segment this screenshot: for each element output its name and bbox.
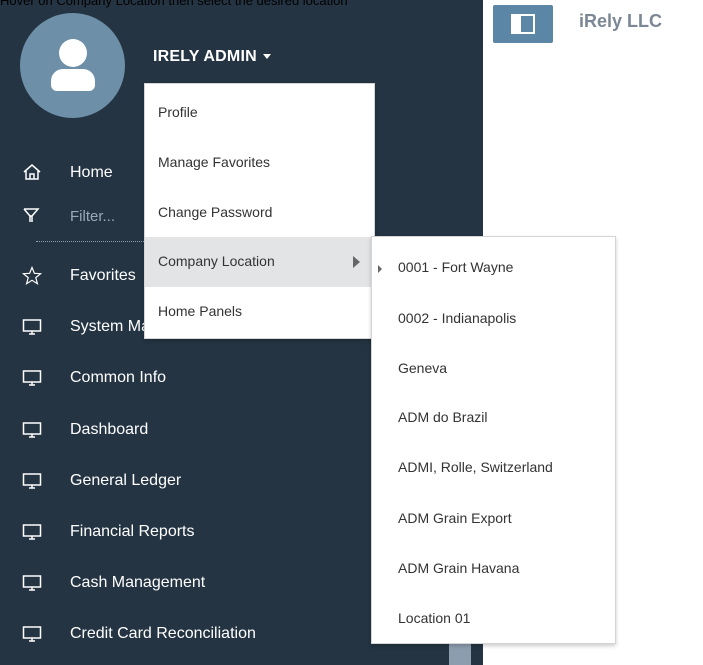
- sidebar-item-label: Home: [70, 164, 113, 181]
- menu-item-change-password[interactable]: Change Password: [145, 188, 374, 238]
- menu-item-label: Change Password: [158, 204, 273, 220]
- avatar-head-shape: [59, 39, 87, 67]
- menu-item-profile[interactable]: Profile: [145, 88, 374, 138]
- location-item-label: Location 01: [398, 610, 471, 626]
- company-name: iRely LLC: [579, 11, 663, 31]
- user-menu-trigger[interactable]: IRELY ADMIN: [153, 48, 271, 66]
- user-dropdown-menu: Profile Manage Favorites Change Password…: [144, 83, 375, 339]
- location-item-admi-rolle[interactable]: ADMI, Rolle, Switzerland: [372, 443, 615, 493]
- sidebar-item-label: Favorites: [70, 267, 136, 284]
- menu-item-label: Manage Favorites: [158, 154, 271, 170]
- monitor-icon: [22, 370, 42, 386]
- sidebar-item-label: General Ledger: [70, 472, 182, 489]
- location-item-location-01[interactable]: Location 01: [372, 594, 615, 644]
- hover-pointer-icon: [378, 265, 382, 273]
- sidebar-item-label: Common Info: [70, 369, 167, 386]
- location-item-indianapolis[interactable]: 0002 - Indianapolis: [372, 294, 615, 344]
- menu-item-manage-favorites[interactable]: Manage Favorites: [145, 138, 374, 188]
- monitor-icon: [22, 626, 42, 642]
- filter-input[interactable]: Filter...: [70, 208, 115, 225]
- sidebar-filter[interactable]: Filter...: [0, 200, 145, 232]
- sidebar-item-label: Financial Reports: [70, 523, 195, 540]
- location-item-geneva[interactable]: Geneva: [372, 344, 615, 394]
- menu-item-label: Company Location: [158, 253, 275, 269]
- submenu-arrow-icon: [353, 256, 360, 268]
- home-icon: [23, 164, 41, 180]
- user-name: IRELY ADMIN: [153, 48, 257, 65]
- user-avatar-icon[interactable]: [20, 13, 125, 118]
- sidebar-toggle-icon-fill: [513, 16, 521, 32]
- menu-item-label: Home Panels: [158, 303, 243, 319]
- menu-item-label: Profile: [158, 104, 198, 120]
- location-item-label: 0001 - Fort Wayne: [398, 259, 514, 275]
- sidebar-toggle-button[interactable]: [493, 5, 553, 43]
- location-item-label: 0002 - Indianapolis: [398, 310, 517, 326]
- company-location-submenu: 0001 - Fort Wayne 0002 - Indianapolis Ge…: [371, 236, 616, 644]
- location-item-adm-grain-havana[interactable]: ADM Grain Havana: [372, 544, 615, 594]
- divider: [36, 241, 146, 242]
- location-item-label: ADM Grain Havana: [398, 560, 520, 576]
- menu-item-home-panels[interactable]: Home Panels: [145, 287, 374, 337]
- location-item-label: ADM do Brazil: [398, 409, 488, 425]
- location-item-adm-grain-export[interactable]: ADM Grain Export: [372, 494, 615, 544]
- menu-item-company-location[interactable]: Company Location: [145, 237, 374, 287]
- monitor-icon: [22, 575, 42, 591]
- star-icon: [22, 266, 42, 286]
- monitor-icon: [22, 422, 42, 438]
- monitor-icon: [22, 319, 42, 335]
- location-item-fort-wayne[interactable]: 0001 - Fort Wayne: [372, 243, 615, 293]
- caret-down-icon: [262, 54, 271, 60]
- monitor-icon: [22, 473, 42, 489]
- location-item-label: ADM Grain Export: [398, 510, 512, 526]
- sidebar-item-home[interactable]: Home: [0, 156, 145, 188]
- filter-icon: [23, 208, 40, 222]
- instruction-caption: Hover on Company Location then select th…: [0, 0, 348, 8]
- avatar-body-shape: [51, 69, 95, 91]
- location-item-label: Geneva: [398, 360, 448, 376]
- app-window: IRELY ADMIN Home Filter... Favorites Sys…: [0, 0, 703, 665]
- sidebar-item-label: Credit Card Reconciliation: [70, 625, 256, 642]
- sidebar-item-label: Dashboard: [70, 421, 149, 438]
- location-item-adm-do-brazil[interactable]: ADM do Brazil: [372, 393, 615, 443]
- sidebar-item-label: Cash Management: [70, 574, 206, 591]
- monitor-icon: [22, 524, 42, 540]
- location-item-label: ADMI, Rolle, Switzerland: [398, 459, 553, 475]
